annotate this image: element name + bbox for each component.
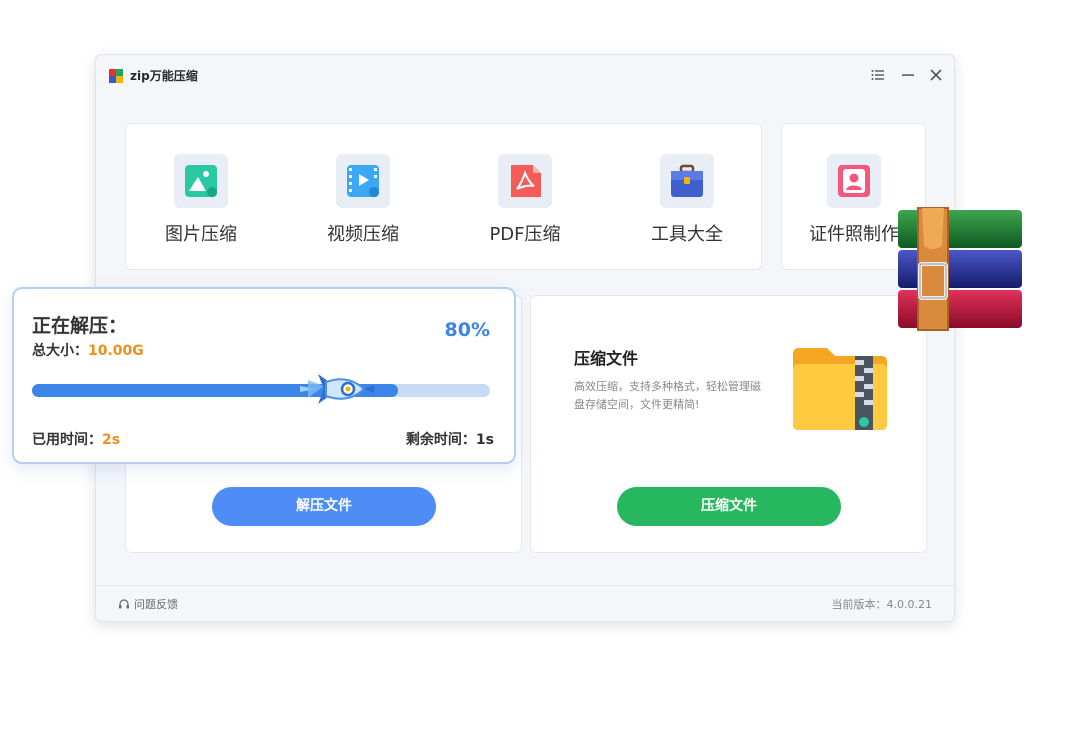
image-compress-icon bbox=[185, 165, 217, 197]
progress-title: 正在解压： bbox=[32, 315, 128, 337]
tool-tile bbox=[827, 154, 881, 208]
minimize-button[interactable] bbox=[900, 67, 916, 83]
version-label: 当前版本：4.0.0.21 bbox=[831, 598, 932, 611]
remaining-time-label: 剩余时间： bbox=[405, 432, 476, 448]
tool-tile bbox=[174, 154, 228, 208]
total-size-label: 总大小： bbox=[32, 343, 88, 359]
toolbox-icon bbox=[671, 164, 703, 197]
id-photo-icon bbox=[838, 165, 870, 197]
compress-title: 压缩文件 bbox=[574, 349, 639, 368]
tool-image-compress[interactable]: 图片压缩 bbox=[141, 154, 261, 246]
elapsed-time-label: 已用时间： bbox=[32, 432, 102, 448]
extract-button[interactable]: 解压文件 bbox=[212, 487, 436, 526]
tool-label: 图片压缩 bbox=[165, 224, 237, 245]
compress-description: 高效压缩，支持多种格式，轻松管理磁盘存储空间，文件更精简! bbox=[574, 380, 761, 411]
remaining-time-value: 1s bbox=[475, 432, 494, 448]
elapsed-time-value: 2s bbox=[102, 432, 121, 448]
video-compress-icon bbox=[347, 165, 379, 197]
tool-video-compress[interactable]: 视频压缩 bbox=[303, 154, 423, 246]
feedback-label: 问题反馈 bbox=[134, 598, 178, 611]
title-bar: zip万能压缩 bbox=[96, 55, 954, 95]
total-size: 总大小：10.00G bbox=[32, 340, 144, 360]
total-size-value: 10.00G bbox=[88, 343, 144, 359]
zip-folder-icon bbox=[793, 348, 887, 430]
app-logo-icon bbox=[109, 69, 123, 83]
progress-percent: 80% bbox=[444, 319, 490, 341]
tool-label: 工具大全 bbox=[651, 224, 723, 245]
tool-tile bbox=[660, 154, 714, 208]
winrar-archive-icon bbox=[898, 207, 1022, 331]
compress-card: 压缩文件 高效压缩，支持多种格式，轻松管理磁盘存储空间，文件更精简! 压缩文件 bbox=[530, 295, 927, 553]
headset-icon bbox=[119, 599, 129, 609]
tool-label: PDF压缩 bbox=[489, 224, 561, 245]
menu-button[interactable] bbox=[870, 67, 886, 83]
app-title: zip万能压缩 bbox=[130, 69, 198, 83]
tool-tile bbox=[498, 154, 552, 208]
pdf-compress-icon bbox=[511, 165, 541, 197]
tool-tile bbox=[336, 154, 390, 208]
close-button[interactable] bbox=[928, 67, 944, 83]
extract-progress-card: 正在解压： 总大小：10.00G 80% 已用时间：2s 剩余时间：1s bbox=[12, 287, 516, 464]
remaining-time: 剩余时间：1s bbox=[406, 429, 494, 449]
close-icon bbox=[930, 69, 942, 81]
rocket-icon bbox=[300, 374, 374, 404]
progress-track bbox=[32, 384, 490, 397]
compress-button[interactable]: 压缩文件 bbox=[617, 487, 841, 526]
tool-label: 视频压缩 bbox=[327, 224, 399, 245]
elapsed-time: 已用时间：2s bbox=[32, 429, 120, 449]
tool-pdf-compress[interactable]: PDF压缩 bbox=[465, 154, 585, 246]
footer: 问题反馈 当前版本：4.0.0.21 bbox=[96, 585, 954, 621]
tool-toolbox[interactable]: 工具大全 bbox=[627, 154, 747, 246]
tools-card: 图片压缩 视频压缩 PDF压缩 工具大全 bbox=[125, 123, 762, 270]
feedback-link[interactable]: 问题反馈 bbox=[118, 596, 178, 612]
menu-icon bbox=[871, 70, 884, 80]
minimize-icon bbox=[902, 74, 914, 76]
